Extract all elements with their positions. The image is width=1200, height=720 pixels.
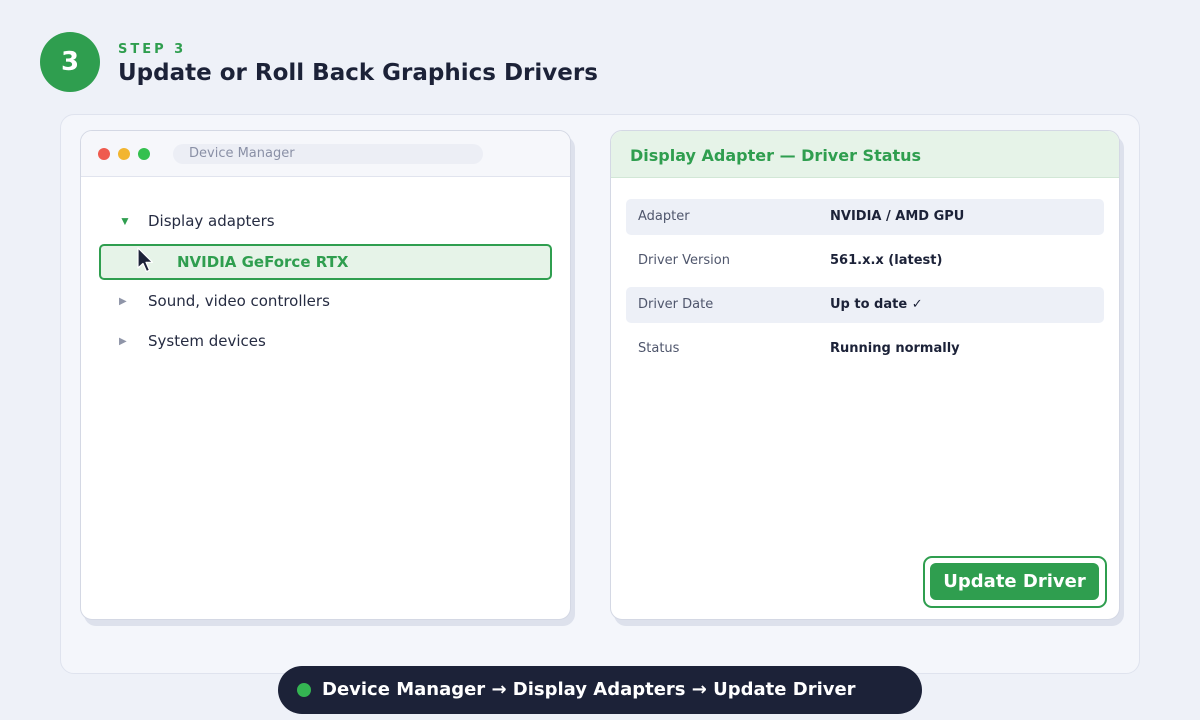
info-value: Running normally — [830, 341, 960, 356]
minimize-window-dot[interactable] — [118, 148, 130, 160]
tree-item-label: NVIDIA GeForce RTX — [177, 253, 349, 271]
info-value: Up to date ✓ — [830, 297, 923, 312]
info-key: Driver Date — [638, 297, 714, 312]
update-driver-highlight: Update Driver — [923, 556, 1107, 608]
mouse-cursor-icon — [137, 247, 154, 273]
driver-status-panel: Display Adapter — Driver Status Adapter … — [610, 130, 1120, 620]
tree-item-display-adapters[interactable]: ▼ Display adapters — [81, 203, 570, 239]
step-label: STEP 3 — [118, 42, 187, 57]
info-key: Driver Version — [638, 253, 730, 268]
close-window-dot[interactable] — [98, 148, 110, 160]
page-title: Update or Roll Back Graphics Drivers — [118, 60, 598, 86]
chevron-right-icon[interactable]: ▶ — [119, 296, 127, 307]
info-row-driver-date: Driver Date Up to date ✓ — [626, 287, 1104, 323]
update-driver-button[interactable]: Update Driver — [930, 563, 1099, 600]
info-key: Status — [638, 341, 680, 356]
info-row-driver-version: Driver Version 561.x.x (latest) — [626, 243, 1104, 279]
chevron-down-icon[interactable]: ▼ — [119, 214, 131, 228]
tree-item-nvidia-geforce-rtx[interactable]: NVIDIA GeForce RTX — [99, 244, 552, 280]
navigation-path-pill: Device Manager → Display Adapters → Upda… — [278, 666, 922, 714]
chevron-right-icon[interactable]: ▶ — [119, 336, 127, 347]
navigation-path-text: Device Manager → Display Adapters → Upda… — [322, 679, 856, 700]
info-value: 561.x.x (latest) — [830, 253, 943, 268]
device-manager-window: Device Manager ▼ Display adapters NVIDIA… — [80, 130, 571, 620]
step-number-badge: 3 — [40, 32, 100, 92]
tree-item-label: Sound, video controllers — [148, 292, 330, 310]
status-dot-icon — [297, 683, 311, 697]
tree-item-sound-video-controllers[interactable]: ▶ Sound, video controllers — [81, 283, 570, 319]
maximize-window-dot[interactable] — [138, 148, 150, 160]
info-row-adapter: Adapter NVIDIA / AMD GPU — [626, 199, 1104, 235]
info-value: NVIDIA / AMD GPU — [830, 209, 965, 224]
window-title-bar-label: Device Manager — [173, 144, 483, 164]
info-key: Adapter — [638, 209, 690, 224]
info-row-status: Status Running normally — [626, 331, 1104, 367]
panel-title: Display Adapter — Driver Status — [611, 131, 1119, 178]
tree-item-label: System devices — [148, 332, 266, 350]
tree-item-system-devices[interactable]: ▶ System devices — [81, 323, 570, 359]
tree-item-label: Display adapters — [148, 212, 275, 230]
window-titlebar: Device Manager — [81, 131, 570, 177]
